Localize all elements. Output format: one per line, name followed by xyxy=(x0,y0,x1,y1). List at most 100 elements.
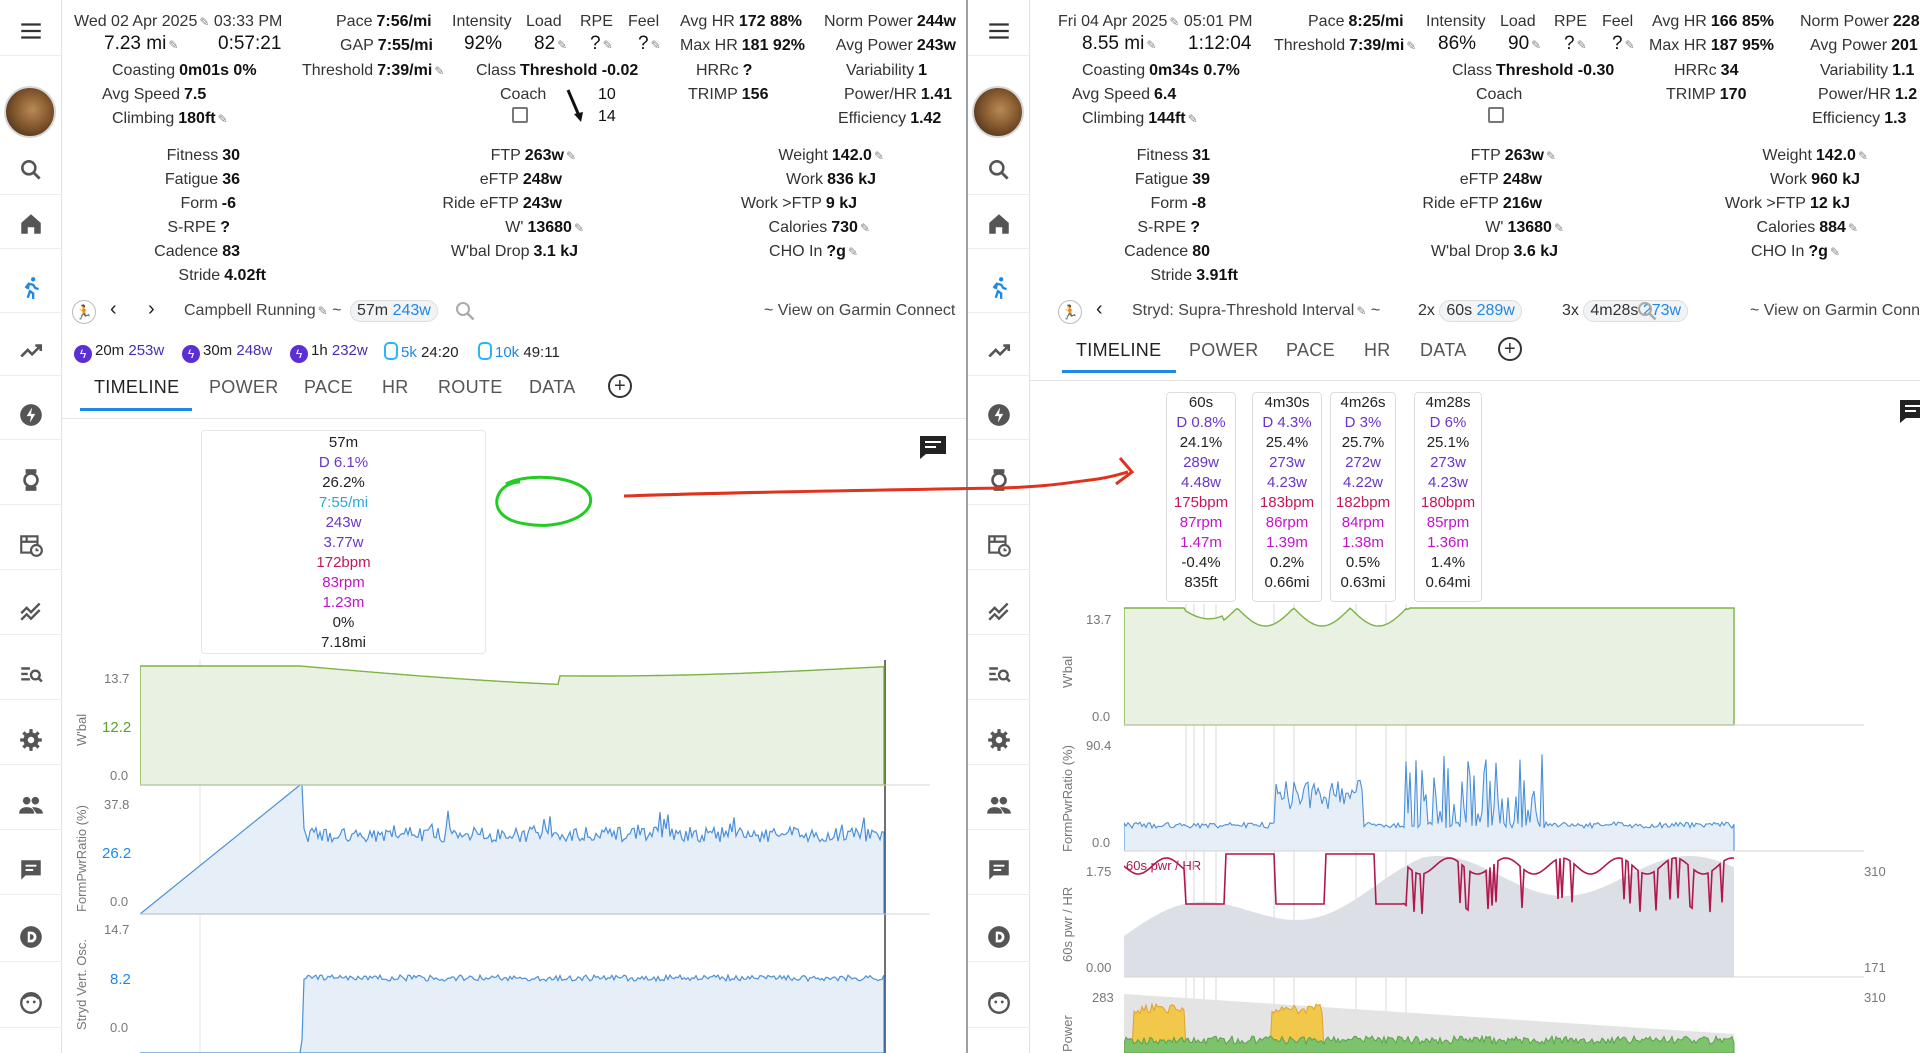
avatar[interactable] xyxy=(4,86,56,138)
chart-lines-icon[interactable] xyxy=(0,585,62,635)
coach-checkbox[interactable] xyxy=(1488,107,1504,123)
home-icon[interactable] xyxy=(968,199,1030,249)
edit-pencil-icon[interactable]: ✎ xyxy=(1546,149,1556,163)
next-arrow-icon[interactable]: › xyxy=(148,298,155,321)
edit-pencil-icon[interactable]: ✎ xyxy=(168,38,178,52)
add-tab-icon[interactable]: + xyxy=(1498,337,1522,361)
face-icon[interactable] xyxy=(0,978,62,1028)
interval-box-4[interactable]: 4m28s D 6% 25.1% 273w 4.23w 180bpm 85rpm 1.36m 1… xyxy=(1414,392,1482,602)
tab-timeline[interactable]: TIMELINE xyxy=(1076,340,1161,361)
peak-chip-30m[interactable]: ϟ 30m 248w xyxy=(182,342,272,363)
people-icon[interactable] xyxy=(0,780,62,830)
edit-pencil-icon[interactable]: ✎ xyxy=(574,221,584,235)
edit-pencil-icon[interactable]: ✎ xyxy=(557,38,567,52)
edit-pencil-icon[interactable]: ✎ xyxy=(1188,112,1198,126)
activity-type-icon[interactable]: 🏃 xyxy=(1058,300,1082,324)
tab-power[interactable]: POWER xyxy=(1189,340,1259,361)
rpe-value[interactable]: ? ✎ xyxy=(1564,33,1587,55)
search-icon[interactable] xyxy=(968,145,1030,195)
comment-icon[interactable] xyxy=(918,434,948,460)
interval-pill-4m28s[interactable]: 3x 4m28s 273w xyxy=(1562,300,1689,322)
interval-pill-60s[interactable]: 2x 60s 289w xyxy=(1418,300,1522,322)
trend-icon[interactable] xyxy=(0,326,62,376)
activity-name[interactable]: Campbell Running ✎ ~ xyxy=(184,302,342,320)
trend-icon[interactable] xyxy=(968,326,1030,376)
tab-hr[interactable]: HR xyxy=(1364,340,1391,361)
edit-pencil-icon[interactable]: ✎ xyxy=(1848,221,1858,235)
garmin-connect-link[interactable]: ~ View on Garmin Conne xyxy=(1750,302,1920,320)
add-tab-icon[interactable]: + xyxy=(608,374,632,398)
watch-icon[interactable] xyxy=(0,455,62,505)
gear-icon[interactable] xyxy=(0,715,62,765)
search-list-icon[interactable] xyxy=(968,650,1030,700)
peak-chip-1h[interactable]: ϟ 1h 232w xyxy=(290,342,368,363)
edit-pencil-icon[interactable]: ✎ xyxy=(1146,38,1156,52)
coach-checkbox[interactable] xyxy=(512,107,528,123)
search-icon[interactable] xyxy=(454,300,476,322)
feel-value[interactable]: ? ✎ xyxy=(1612,33,1635,55)
search-list-icon[interactable] xyxy=(0,650,62,700)
activity-type-icon[interactable]: 🏃 xyxy=(72,300,96,324)
tab-hr[interactable]: HR xyxy=(382,377,409,398)
gear-icon[interactable] xyxy=(968,715,1030,765)
edit-pencil-icon[interactable]: ✎ xyxy=(651,38,661,52)
edit-pencil-icon[interactable]: ✎ xyxy=(199,15,209,29)
left-timeline-charts[interactable] xyxy=(140,660,930,1053)
prev-arrow-icon[interactable]: ‹ xyxy=(1096,298,1103,321)
tab-route[interactable]: ROUTE xyxy=(438,377,503,398)
calendar-clock-icon[interactable] xyxy=(0,520,62,570)
chat-icon[interactable] xyxy=(0,845,62,895)
edit-pencil-icon[interactable]: ✎ xyxy=(860,221,870,235)
run-chip-10k[interactable]: 10k 49:11 xyxy=(478,342,560,361)
edit-pencil-icon[interactable]: ✎ xyxy=(848,245,858,259)
comment-icon[interactable] xyxy=(1898,398,1920,424)
run-icon[interactable] xyxy=(968,263,1030,313)
edit-pencil-icon[interactable]: ✎ xyxy=(1830,245,1840,259)
rpe-value[interactable]: ? ✎ xyxy=(590,33,613,55)
interval-summary-box[interactable]: 57m D 6.1% 26.2% 7:55/mi 243w 3.77w 172b… xyxy=(201,430,486,654)
watch-icon[interactable] xyxy=(968,455,1030,505)
run-chip-5k[interactable]: 5k 24:20 xyxy=(384,342,459,361)
chart-lines-icon[interactable] xyxy=(968,585,1030,635)
d-logo-icon[interactable] xyxy=(968,912,1030,962)
tab-timeline[interactable]: TIMELINE xyxy=(94,377,179,398)
search-icon[interactable] xyxy=(1636,300,1658,322)
feel-value[interactable]: ? ✎ xyxy=(638,33,661,55)
interval-pill[interactable]: 57m 243w xyxy=(350,300,438,322)
tab-data[interactable]: DATA xyxy=(1420,340,1467,361)
menu-icon[interactable] xyxy=(968,6,1030,56)
edit-pencil-icon[interactable]: ✎ xyxy=(1858,149,1868,163)
edit-pencil-icon[interactable]: ✎ xyxy=(218,112,228,126)
bolt-icon[interactable] xyxy=(968,390,1030,440)
home-icon[interactable] xyxy=(0,199,62,249)
menu-icon[interactable] xyxy=(0,6,62,56)
peak-chip-20m[interactable]: ϟ 20m 253w xyxy=(74,342,164,363)
edit-pencil-icon[interactable]: ✎ xyxy=(1169,15,1179,29)
edit-pencil-icon[interactable]: ✎ xyxy=(1531,38,1541,52)
edit-pencil-icon[interactable]: ✎ xyxy=(1554,221,1564,235)
avatar[interactable] xyxy=(972,86,1024,138)
interval-box-2[interactable]: 4m30s D 4.3% 25.4% 273w 4.23w 183bpm 86rpm 1.39… xyxy=(1252,392,1322,602)
tab-pace[interactable]: PACE xyxy=(304,377,353,398)
calendar-clock-icon[interactable] xyxy=(968,520,1030,570)
tab-pace[interactable]: PACE xyxy=(1286,340,1335,361)
interval-box-3[interactable]: 4m26s D 3% 25.7% 272w 4.22w 182bpm 84rpm 1.38m 0… xyxy=(1330,392,1396,602)
people-icon[interactable] xyxy=(968,780,1030,830)
prev-arrow-icon[interactable]: ‹ xyxy=(110,298,117,321)
run-icon[interactable] xyxy=(0,263,62,313)
edit-pencil-icon[interactable]: ✎ xyxy=(1625,38,1635,52)
face-icon[interactable] xyxy=(968,978,1030,1028)
d-logo-icon[interactable] xyxy=(0,912,62,962)
edit-pencil-icon[interactable]: ✎ xyxy=(1406,39,1416,53)
interval-box-1[interactable]: 60s D 0.8% 24.1% 289w 4.48w 175bpm 87rpm 1.47m -… xyxy=(1166,392,1236,602)
chat-icon[interactable] xyxy=(968,845,1030,895)
garmin-connect-link[interactable]: ~ View on Garmin Connect xyxy=(764,302,955,320)
edit-pencil-icon[interactable]: ✎ xyxy=(566,149,576,163)
edit-pencil-icon[interactable]: ✎ xyxy=(874,149,884,163)
edit-pencil-icon[interactable]: ✎ xyxy=(603,38,613,52)
search-icon[interactable] xyxy=(0,145,62,195)
right-timeline-charts[interactable] xyxy=(1124,604,1864,1053)
tab-data[interactable]: DATA xyxy=(529,377,576,398)
activity-name[interactable]: Stryd: Supra-Threshold Interval ✎ ~ xyxy=(1132,302,1380,320)
tab-power[interactable]: POWER xyxy=(209,377,279,398)
